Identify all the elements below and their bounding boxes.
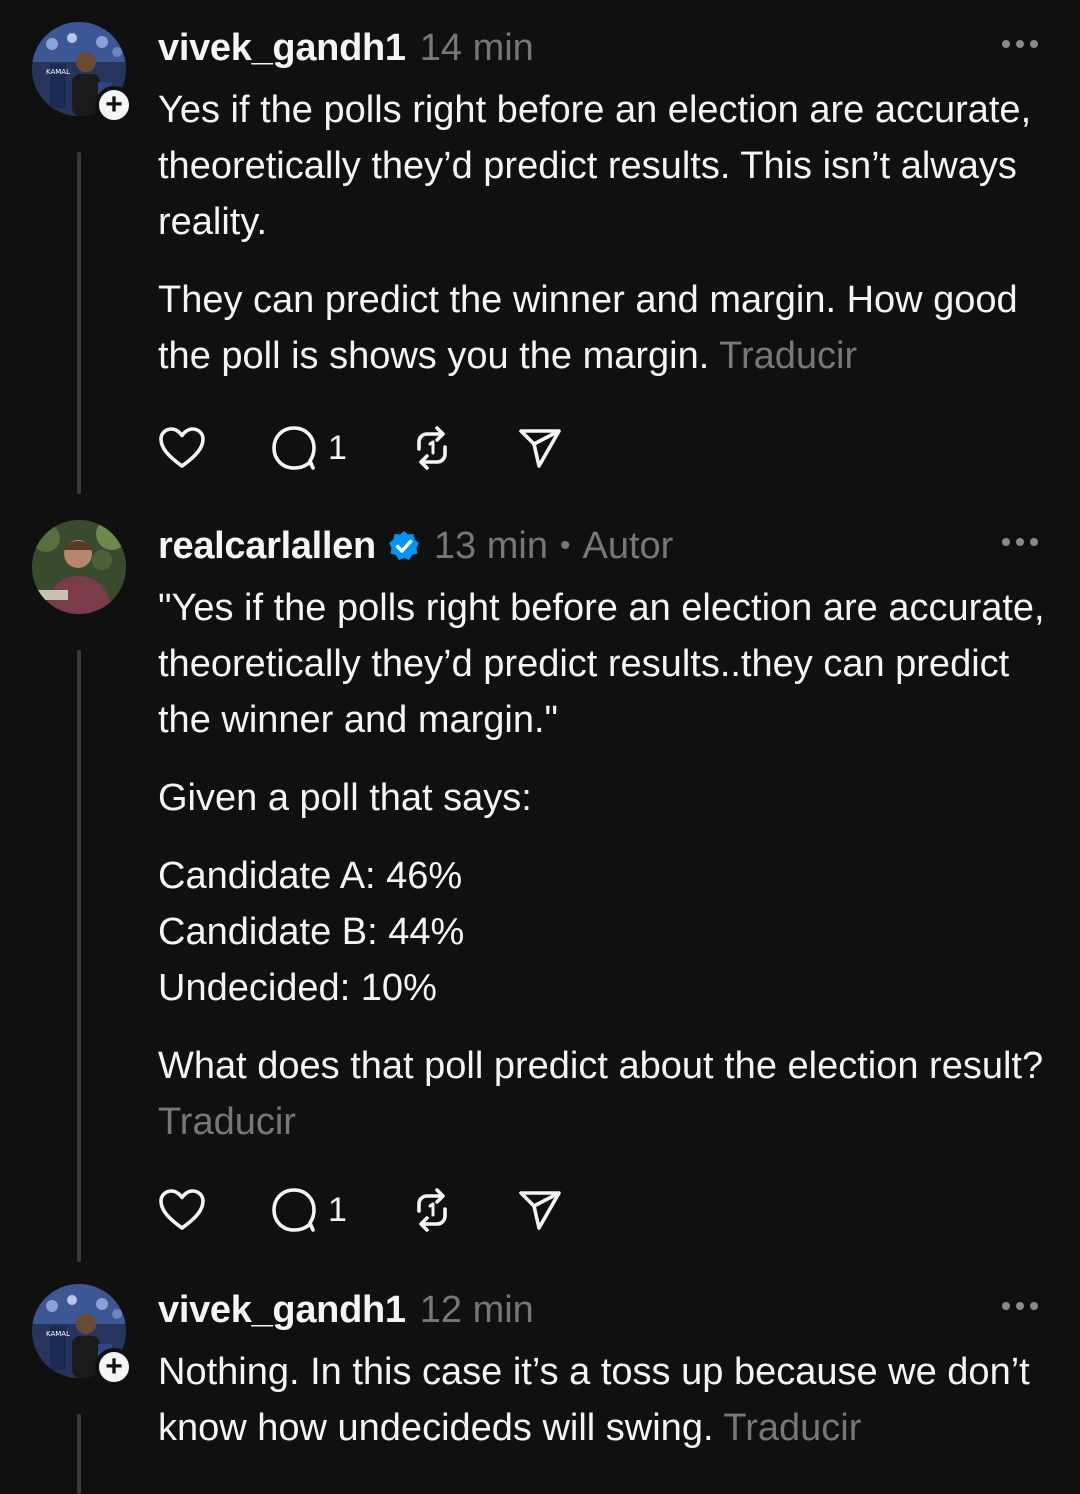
repost-button[interactable] bbox=[409, 425, 455, 471]
plus-icon: + bbox=[105, 1350, 123, 1383]
timestamp[interactable]: 13 min bbox=[434, 525, 548, 568]
like-button[interactable] bbox=[158, 1188, 206, 1232]
like-button[interactable] bbox=[158, 426, 206, 470]
username[interactable]: vivek_gandh1 bbox=[158, 1289, 406, 1332]
more-options-icon[interactable] bbox=[1002, 1302, 1038, 1310]
separator-dot: • bbox=[559, 529, 571, 562]
repost-icon bbox=[417, 1188, 447, 1232]
post-header: realcarlallen 13 min • Autor bbox=[158, 522, 673, 570]
more-options-icon[interactable] bbox=[1002, 538, 1038, 546]
post-header: vivek_gandh1 14 min bbox=[158, 24, 534, 72]
comment-icon bbox=[272, 1188, 316, 1232]
post-2: realcarlallen 13 min • Autor "Yes if the… bbox=[0, 520, 1080, 1270]
thread-line bbox=[77, 650, 81, 1262]
post-3: KAMAL + vivek_gandh1 12 min Nothing. In … bbox=[0, 1284, 1080, 1494]
translate-link[interactable]: Traducir bbox=[723, 1407, 861, 1449]
username[interactable]: realcarlallen bbox=[158, 525, 376, 568]
post-body: Yes if the polls right before an electio… bbox=[158, 82, 1048, 406]
post-paragraph: What does that poll predict about the el… bbox=[158, 1045, 1044, 1087]
author-label: Autor bbox=[582, 524, 674, 567]
post-paragraph: Yes if the polls right before an electio… bbox=[158, 89, 1032, 243]
poll-line: Undecided: 10% bbox=[158, 967, 437, 1009]
post-paragraph: Nothing. In this case it’s a toss up bec… bbox=[158, 1351, 1030, 1449]
avatar[interactable] bbox=[32, 520, 126, 614]
verified-badge-icon bbox=[388, 530, 420, 562]
post-header: vivek_gandh1 12 min bbox=[158, 1286, 534, 1334]
poll-line: Candidate B: 44% bbox=[158, 911, 465, 953]
share-button[interactable] bbox=[517, 426, 563, 470]
username[interactable]: vivek_gandh1 bbox=[158, 27, 406, 70]
reply-count: 1 bbox=[328, 1190, 347, 1229]
poll-line: Candidate A: 46% bbox=[158, 855, 463, 897]
reply-count: 1 bbox=[328, 428, 347, 467]
heart-icon bbox=[159, 427, 205, 468]
send-icon bbox=[519, 1191, 561, 1230]
action-bar: 1 bbox=[158, 1187, 629, 1233]
repost-button[interactable] bbox=[409, 1187, 455, 1233]
follow-button[interactable]: + bbox=[95, 86, 133, 124]
thread-line bbox=[77, 1414, 81, 1494]
send-icon bbox=[519, 429, 561, 468]
avatar-sign-text: KAMAL bbox=[46, 68, 70, 76]
timestamp[interactable]: 14 min bbox=[420, 27, 534, 70]
timestamp[interactable]: 12 min bbox=[420, 1289, 534, 1332]
avatar-sign-text: KAMAL bbox=[46, 1330, 70, 1338]
poll-lines: Candidate A: 46% Candidate B: 44% Undeci… bbox=[158, 848, 1048, 1016]
plus-icon: + bbox=[105, 88, 123, 121]
share-button[interactable] bbox=[517, 1188, 563, 1232]
post-body: Nothing. In this case it’s a toss up bec… bbox=[158, 1344, 1048, 1478]
reply-button[interactable]: 1 bbox=[270, 425, 347, 471]
repost-icon bbox=[417, 426, 447, 470]
follow-button[interactable]: + bbox=[95, 1348, 133, 1386]
thread-line bbox=[77, 152, 81, 494]
reply-button[interactable]: 1 bbox=[270, 1187, 347, 1233]
action-bar: 1 bbox=[158, 425, 629, 471]
heart-icon bbox=[159, 1189, 205, 1230]
translate-link[interactable]: Traducir bbox=[719, 335, 857, 377]
post-paragraph: They can predict the winner and margin. … bbox=[158, 279, 1018, 377]
translate-link[interactable]: Traducir bbox=[158, 1101, 296, 1143]
post-1: KAMAL + vivek_gandh1 14 min Yes if the p… bbox=[0, 22, 1080, 502]
comment-icon bbox=[272, 426, 316, 470]
post-paragraph: "Yes if the polls right before an electi… bbox=[158, 587, 1045, 741]
more-options-icon[interactable] bbox=[1002, 40, 1038, 48]
post-body: "Yes if the polls right before an electi… bbox=[158, 580, 1048, 1172]
post-paragraph: Given a poll that says: bbox=[158, 777, 532, 819]
